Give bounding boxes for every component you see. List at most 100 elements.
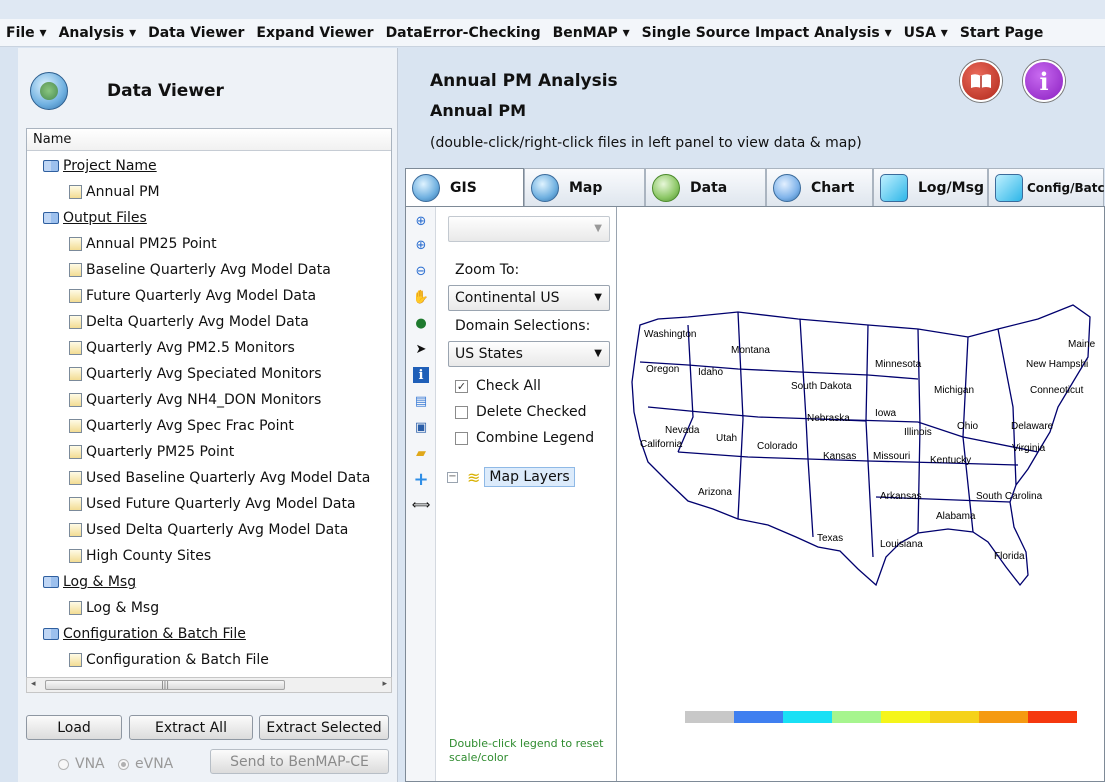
delete-checked-checkbox[interactable]: Delete Checked: [455, 404, 587, 420]
us-map[interactable]: Washington Montana Minnesota Maine Orego…: [618, 207, 1104, 781]
domain-select[interactable]: US States ▼: [448, 341, 610, 367]
map-label: Colorado: [757, 441, 798, 452]
map-label: Arkansas: [880, 491, 922, 502]
tree-horizontal-scrollbar[interactable]: ◂ ||| ▸: [26, 677, 392, 693]
tree-item[interactable]: Used Delta Quarterly Avg Model Data: [69, 522, 348, 538]
tree-folder-log-msg[interactable]: Log & Msg: [43, 574, 136, 590]
gis-controls: ▼ Zoom To: Continental US ▼ Domain Select…: [441, 207, 617, 781]
tree-item[interactable]: Used Baseline Quarterly Avg Model Data: [69, 470, 370, 486]
tree-item[interactable]: Log & Msg: [69, 600, 159, 616]
scroll-right-arrow-icon[interactable]: ▸: [382, 679, 387, 689]
legend-swatch[interactable]: [1028, 711, 1077, 723]
tab-log-msg[interactable]: Log/Msg: [873, 168, 988, 206]
menu-start-page[interactable]: Start Page: [960, 25, 1044, 41]
file-icon: [69, 263, 82, 277]
layer-select[interactable]: ▼: [448, 216, 610, 242]
menu-analysis[interactable]: Analysis ▾: [59, 25, 137, 41]
full-extent-globe-icon[interactable]: ●: [413, 315, 429, 331]
tree-folder-project-name[interactable]: Project Name: [43, 158, 157, 174]
add-layer-icon[interactable]: ▤: [413, 393, 429, 409]
legend-hint: Double-click legend to reset scale/color: [449, 737, 604, 764]
legend-swatch[interactable]: [881, 711, 930, 723]
zoom-in-icon[interactable]: ⊕: [413, 237, 429, 253]
tab-config-batch[interactable]: Config/Batch: [988, 168, 1105, 206]
tree-item[interactable]: Annual PM25 Point: [69, 236, 217, 252]
legend-swatch[interactable]: [832, 711, 881, 723]
map-label: Iowa: [875, 408, 897, 419]
menu-data-viewer[interactable]: Data Viewer: [148, 25, 244, 41]
tree-item[interactable]: Used Future Quarterly Avg Model Data: [69, 496, 356, 512]
open-folder-icon[interactable]: ▰: [413, 445, 429, 461]
vna-radio[interactable]: VNA: [58, 756, 105, 772]
tree-item-annual-pm[interactable]: Annual PM: [69, 184, 160, 200]
check-all-checkbox[interactable]: ✓ Check All: [455, 378, 541, 394]
map-label: Utah: [716, 433, 737, 444]
tree-item-label: Log & Msg: [86, 600, 160, 616]
legend-swatch[interactable]: [783, 711, 832, 723]
map-label: Alabama: [936, 511, 976, 522]
menu-usa[interactable]: USA ▾: [904, 25, 948, 41]
menu-file[interactable]: File ▾: [6, 25, 47, 41]
tree-item[interactable]: Quarterly Avg Spec Frac Point: [69, 418, 294, 434]
legend-swatch[interactable]: [734, 711, 783, 723]
book-icon[interactable]: [960, 60, 1002, 102]
extract-all-button[interactable]: Extract All: [129, 715, 253, 740]
zoom-to-value: Continental US: [455, 290, 560, 306]
combine-legend-checkbox[interactable]: Combine Legend: [455, 430, 594, 446]
layers-icon: ≋: [467, 467, 481, 487]
file-icon: [69, 315, 82, 329]
scroll-left-arrow-icon[interactable]: ◂: [31, 679, 36, 689]
legend-swatch[interactable]: [979, 711, 1028, 723]
map-label: Illinois: [904, 427, 932, 438]
tree-item[interactable]: Baseline Quarterly Avg Model Data: [69, 262, 331, 278]
menu-expand-viewer[interactable]: Expand Viewer: [256, 25, 373, 41]
radio-circle: [118, 758, 129, 770]
file-icon: [69, 289, 82, 303]
legend-swatch[interactable]: [685, 711, 734, 723]
menu-single-source[interactable]: Single Source Impact Analysis ▾: [642, 25, 892, 41]
tab-data[interactable]: Data: [645, 168, 766, 206]
tree-folder-config-batch[interactable]: Configuration & Batch File: [43, 626, 246, 642]
send-to-benmap-button[interactable]: Send to BenMAP-CE: [210, 749, 389, 774]
evna-radio[interactable]: eVNA: [118, 756, 173, 772]
identify-icon[interactable]: i: [413, 367, 429, 383]
extract-selected-button[interactable]: Extract Selected: [259, 715, 389, 740]
pan-hand-icon[interactable]: ✋: [413, 289, 429, 305]
tab-chart[interactable]: Chart: [766, 168, 873, 206]
tree-item-label: Used Delta Quarterly Avg Model Data: [86, 522, 349, 538]
tree-item[interactable]: Quarterly PM25 Point: [69, 444, 234, 460]
tab-gis[interactable]: GIS: [405, 168, 524, 206]
file-tree[interactable]: Name Project Name Annual PM Output Files…: [26, 128, 392, 685]
tree-item[interactable]: Quarterly Avg Speciated Monitors: [69, 366, 322, 382]
map-layers-node[interactable]: − ≋ Map Layers: [447, 467, 575, 487]
tree-item[interactable]: Quarterly Avg PM2.5 Monitors: [69, 340, 295, 356]
save-icon[interactable]: ▣: [413, 419, 429, 435]
tree-item-label: Annual PM25 Point: [86, 236, 217, 252]
select-arrow-icon[interactable]: ➤: [413, 341, 429, 357]
scroll-thumb[interactable]: |||: [45, 680, 285, 690]
zoom-out-icon[interactable]: ⊖: [413, 263, 429, 279]
tree-item[interactable]: Delta Quarterly Avg Model Data: [69, 314, 309, 330]
tree-item[interactable]: Quarterly Avg NH4_DON Monitors: [69, 392, 321, 408]
file-icon: [69, 445, 82, 459]
color-legend[interactable]: [685, 711, 1077, 723]
resize-icon[interactable]: ⟺: [412, 497, 431, 513]
tree-item[interactable]: Configuration & Batch File: [69, 652, 269, 668]
add-icon[interactable]: +: [413, 469, 429, 490]
zoom-menu-icon[interactable]: ⊕: [413, 213, 429, 229]
info-icon[interactable]: i: [1023, 60, 1065, 102]
tab-map[interactable]: Map: [524, 168, 645, 206]
menu-benmap[interactable]: BenMAP ▾: [553, 25, 630, 41]
zoom-to-select[interactable]: Continental US ▼: [448, 285, 610, 311]
tree-folder-output-files[interactable]: Output Files: [43, 210, 147, 226]
map-label: Oregon: [646, 364, 679, 375]
tree-item[interactable]: High County Sites: [69, 548, 211, 564]
tree-item[interactable]: Future Quarterly Avg Model Data: [69, 288, 316, 304]
collapse-icon[interactable]: −: [447, 471, 458, 483]
analysis-subtitle: Annual PM: [430, 101, 527, 120]
panel-title: Data Viewer: [107, 81, 224, 101]
data-icon: [652, 173, 680, 202]
menu-data-error-checking[interactable]: DataError-Checking: [386, 25, 541, 41]
load-button[interactable]: Load: [26, 715, 122, 740]
legend-swatch[interactable]: [930, 711, 979, 723]
